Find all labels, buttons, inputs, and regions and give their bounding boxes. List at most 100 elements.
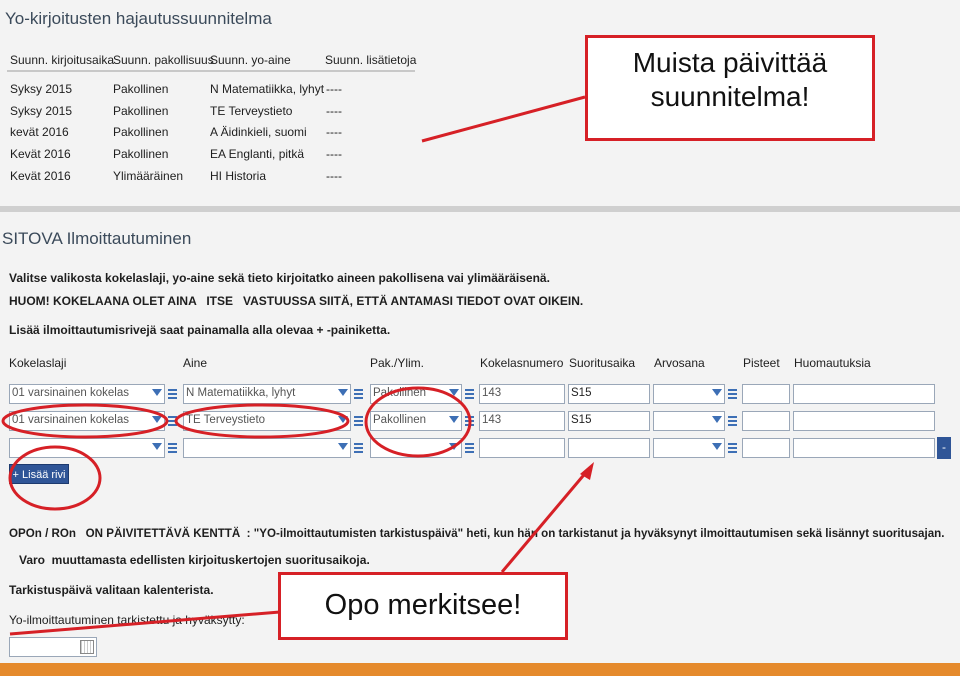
list-icon[interactable]: [465, 387, 474, 401]
callout-bottom: Opo merkitsee!: [278, 572, 568, 640]
add-row-button[interactable]: + Lisää rivi: [9, 464, 69, 484]
plan-cell: Syksy 2015: [10, 82, 73, 96]
chevron-down-icon: [449, 416, 459, 423]
plan-cell: Pakollinen: [113, 104, 169, 118]
chevron-down-icon: [449, 389, 459, 396]
plan-cell: A Äidinkieli, suomi: [210, 125, 307, 139]
list-icon[interactable]: [354, 441, 363, 455]
select-value: N Matematiikka, lyhyt: [186, 387, 296, 399]
list-icon[interactable]: [354, 414, 363, 428]
chevron-down-icon: [712, 416, 722, 423]
suoritusaika-input[interactable]: [568, 438, 650, 458]
list-icon[interactable]: [465, 414, 474, 428]
pisteet-input[interactable]: [742, 411, 790, 431]
calendar-icon[interactable]: [80, 640, 94, 654]
plan-cell: HI Historia: [210, 169, 267, 183]
kokelasnumero-input[interactable]: 143: [479, 411, 565, 431]
chevron-down-icon: [712, 389, 722, 396]
plan-header-mandatory: Suunn. pakollisuus: [113, 53, 214, 67]
warning-note: Varo muuttamasta edellisten kirjoitusker…: [19, 553, 370, 567]
calendar-note: Tarkistuspäivä valitaan kalenterista.: [9, 583, 214, 597]
pak-ylim-select[interactable]: [370, 438, 462, 458]
instruction-text: Valitse valikosta kokelaslaji, yo-aine s…: [9, 271, 550, 285]
list-icon[interactable]: [465, 441, 474, 455]
chevron-down-icon: [712, 443, 722, 450]
kokelaslaji-select[interactable]: 01 varsinainen kokelas: [9, 411, 165, 431]
arrow-head-icon: [580, 462, 594, 480]
chevron-down-icon: [338, 416, 348, 423]
aine-select[interactable]: TE Terveystieto: [183, 411, 351, 431]
pisteet-input[interactable]: [742, 438, 790, 458]
sitova-title: SITOVA Ilmoittautuminen: [2, 229, 192, 248]
col-arvosana: Arvosana: [654, 356, 705, 370]
kokelasnumero-input[interactable]: [479, 438, 565, 458]
col-kokelasnumero: Kokelasnumero: [480, 356, 564, 370]
col-suoritusaika: Suoritusaika: [569, 356, 636, 370]
plan-cell: TE Terveystieto: [210, 104, 293, 118]
chevron-down-icon: [449, 443, 459, 450]
plan-cell: N Matematiikka, lyhyt: [210, 82, 325, 96]
plan-cell: ----: [326, 104, 342, 118]
list-icon[interactable]: [728, 387, 737, 401]
select-value: Pakollinen: [373, 414, 427, 426]
list-icon[interactable]: [354, 387, 363, 401]
huomautuksia-input[interactable]: [793, 438, 935, 458]
chevron-down-icon: [338, 443, 348, 450]
col-pak-ylim: Pak./Ylim.: [370, 356, 425, 370]
list-icon[interactable]: [168, 414, 177, 428]
warning-text: HUOM! KOKELAANA OLET AINA ITSE VASTUUSSA…: [9, 294, 584, 308]
huomautuksia-input[interactable]: [793, 384, 935, 404]
select-value: 01 varsinainen kokelas: [12, 414, 129, 426]
select-value: TE Terveystieto: [186, 414, 266, 426]
opo-note: OPOn / ROn ON PÄIVITETTÄVÄ KENTTÄ : "YO-…: [9, 527, 945, 540]
arvosana-select[interactable]: [653, 438, 725, 458]
huomautuksia-input[interactable]: [793, 411, 935, 431]
plan-cell: Syksy 2015: [10, 104, 73, 118]
plan-title: Yo-kirjoitusten hajautussuunnitelma: [5, 9, 272, 28]
chevron-down-icon: [338, 389, 348, 396]
plan-cell: EA Englanti, pitkä: [210, 147, 305, 161]
callout-bottom-text: Opo merkitsee!: [324, 589, 522, 621]
plan-cell: ----: [326, 147, 342, 161]
plan-header-underline: [7, 70, 415, 72]
kokelaslaji-select[interactable]: 01 varsinainen kokelas: [9, 384, 165, 404]
kokelasnumero-input[interactable]: 143: [479, 384, 565, 404]
col-aine: Aine: [183, 356, 208, 370]
aine-select[interactable]: N Matematiikka, lyhyt: [183, 384, 351, 404]
pak-ylim-select[interactable]: Pakollinen: [370, 411, 462, 431]
footer-bar: [0, 663, 960, 676]
suoritusaika-input[interactable]: S15: [568, 411, 650, 431]
select-value: 01 varsinainen kokelas: [12, 387, 129, 399]
col-kokelaslaji: Kokelaslaji: [9, 356, 67, 370]
section-divider: [0, 206, 960, 212]
add-rows-hint: Lisää ilmoittautumisrivejä saat painamal…: [9, 323, 391, 337]
plan-cell: Ylimääräinen: [113, 169, 184, 183]
plan-cell: ----: [326, 125, 342, 139]
plan-header-time: Suunn. kirjoitusaika: [10, 53, 115, 67]
callout-top-line2: suunnitelma!: [650, 81, 810, 112]
plan-cell: Pakollinen: [113, 82, 169, 96]
list-icon[interactable]: [728, 441, 737, 455]
arvosana-select[interactable]: [653, 384, 725, 404]
callout-top-line1: Muista päivittää: [632, 47, 828, 78]
arrow-line-up: [500, 469, 590, 573]
plan-cell: ----: [326, 169, 342, 183]
remove-row-button[interactable]: -: [937, 437, 951, 459]
pisteet-input[interactable]: [742, 384, 790, 404]
suoritusaika-input[interactable]: S15: [568, 384, 650, 404]
chevron-down-icon: [152, 443, 162, 450]
list-icon[interactable]: [728, 414, 737, 428]
callout-top: Muista päivittää suunnitelma!: [585, 35, 875, 141]
arvosana-select[interactable]: [653, 411, 725, 431]
plan-cell: Kevät 2016: [10, 169, 71, 183]
plan-cell: Pakollinen: [113, 125, 169, 139]
list-icon[interactable]: [168, 441, 177, 455]
plan-cell: kevät 2016: [10, 125, 69, 139]
kokelaslaji-select[interactable]: [9, 438, 165, 458]
plan-cell: Kevät 2016: [10, 147, 71, 161]
pak-ylim-select[interactable]: Pakollinen: [370, 384, 462, 404]
list-icon[interactable]: [168, 387, 177, 401]
plan-header-info: Suunn. lisätietoja: [325, 53, 417, 67]
chevron-down-icon: [152, 389, 162, 396]
aine-select[interactable]: [183, 438, 351, 458]
